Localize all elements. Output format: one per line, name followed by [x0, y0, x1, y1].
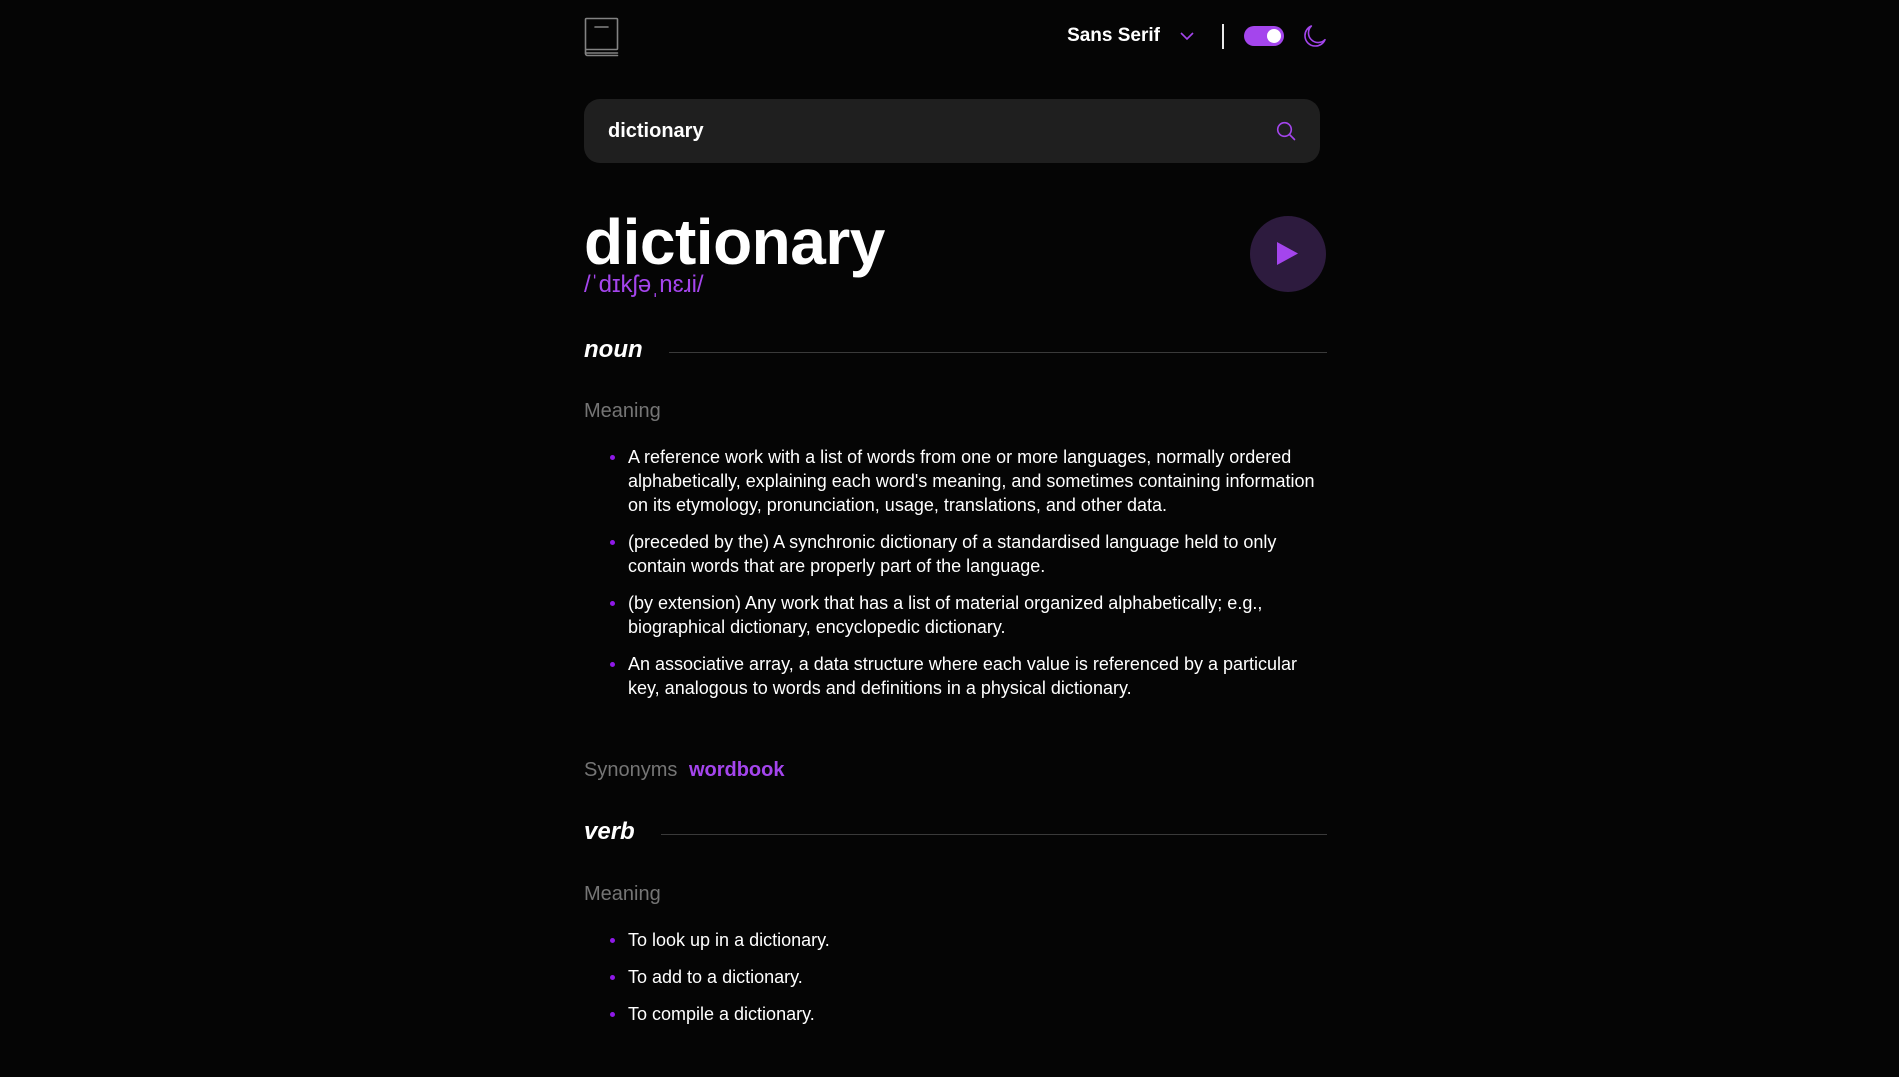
definition-item: To add to a dictionary.: [584, 965, 1320, 989]
synonym-link[interactable]: wordbook: [689, 759, 785, 781]
section-divider: [668, 351, 1327, 353]
part-of-speech-row: noun: [584, 335, 1327, 365]
definition-text: (preceded by the) A synchronic dictionar…: [628, 532, 1277, 576]
bullet-icon: [610, 938, 615, 943]
theme-toggle[interactable]: [1244, 26, 1284, 46]
synonyms-row: Synonyms wordbook: [584, 759, 784, 782]
bullet-icon: [610, 455, 615, 460]
definition-item: (by extension) Any work that has a list …: [584, 591, 1320, 639]
definition-item: To compile a dictionary.: [584, 1002, 1320, 1026]
definition-text: To look up in a dictionary.: [628, 930, 830, 950]
bullet-icon: [610, 975, 615, 980]
search-bar: [584, 99, 1320, 163]
word-title: dictionary: [584, 206, 885, 278]
play-audio-button[interactable]: [1250, 216, 1326, 292]
meaning-heading: Meaning: [584, 883, 661, 905]
font-selector[interactable]: Sans Serif: [1067, 25, 1194, 47]
moon-icon: [1304, 25, 1326, 47]
definition-text: (by extension) Any work that has a list …: [628, 593, 1263, 637]
definition-item: A reference work with a list of words fr…: [584, 445, 1320, 517]
definition-list: A reference work with a list of words fr…: [584, 445, 1320, 700]
part-of-speech-label: verb: [584, 818, 635, 845]
theme-toggle-knob: [1267, 29, 1281, 43]
bullet-icon: [610, 662, 615, 667]
bullet-icon: [610, 601, 615, 606]
part-of-speech-row: verb: [584, 817, 1327, 847]
definition-text: To compile a dictionary.: [628, 1004, 815, 1024]
part-of-speech-label: noun: [584, 336, 643, 363]
definition-text: To add to a dictionary.: [628, 967, 803, 987]
definition-item: To look up in a dictionary.: [584, 928, 1320, 952]
play-icon: [1277, 242, 1298, 265]
definition-text: An associative array, a data structure w…: [628, 654, 1298, 698]
font-selector-label: Sans Serif: [1067, 25, 1160, 46]
bullet-icon: [610, 1012, 615, 1017]
search-input[interactable]: [608, 99, 1248, 163]
search-icon[interactable]: [1276, 121, 1296, 141]
header-controls: Sans Serif: [1067, 22, 1326, 50]
definition-text: A reference work with a list of words fr…: [628, 447, 1315, 515]
synonyms-label: Synonyms: [584, 759, 678, 781]
app-header: Sans Serif: [584, 0, 1326, 74]
meaning-heading: Meaning: [584, 400, 661, 422]
definition-list: To look up in a dictionary. To add to a …: [584, 928, 1320, 1026]
chevron-down-icon: [1180, 31, 1194, 40]
definition-item: (preceded by the) A synchronic dictionar…: [584, 530, 1320, 578]
header-divider: [1222, 23, 1224, 49]
dictionary-app: Sans Serif dictionary dictionary /ˈdɪkʃə…: [0, 0, 1899, 1077]
bullet-icon: [610, 540, 615, 545]
section-divider: [660, 833, 1327, 835]
phonetic-text: /ˈdɪkʃəˌnɛɹi/: [584, 271, 704, 298]
definition-item: An associative array, a data structure w…: [584, 652, 1320, 700]
main-container: Sans Serif dictionary dictionary /ˈdɪkʃə…: [584, 0, 1327, 1024]
book-icon[interactable]: [584, 17, 620, 57]
